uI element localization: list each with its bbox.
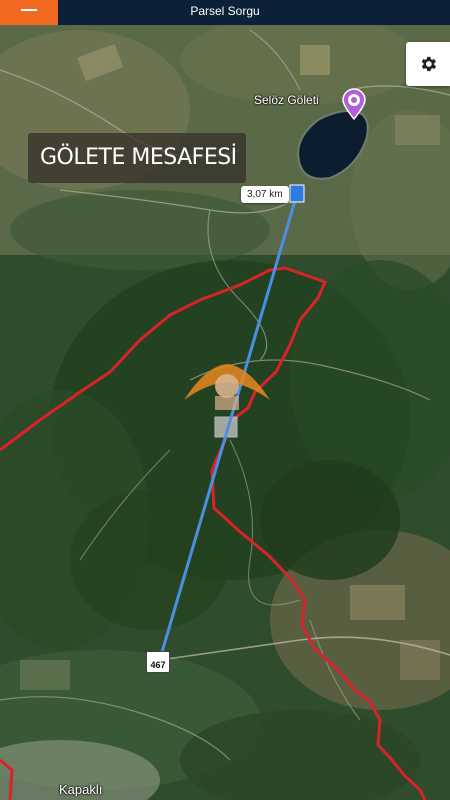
lake-label: Selöz Göleti xyxy=(254,93,319,107)
distance-label: 3,07 km xyxy=(241,186,289,203)
camera-pin-icon[interactable] xyxy=(341,88,367,120)
settings-button[interactable] xyxy=(406,42,450,86)
watermark-logo xyxy=(184,364,270,410)
gear-icon xyxy=(421,56,437,72)
page-title: Parsel Sorgu xyxy=(190,4,260,18)
town-label: Kapaklı xyxy=(59,782,103,797)
app-header: Parsel Sorgu xyxy=(0,0,450,25)
road-number-badge: 467 xyxy=(146,651,170,673)
map-caption: GÖLETE MESAFESİ xyxy=(28,133,246,183)
